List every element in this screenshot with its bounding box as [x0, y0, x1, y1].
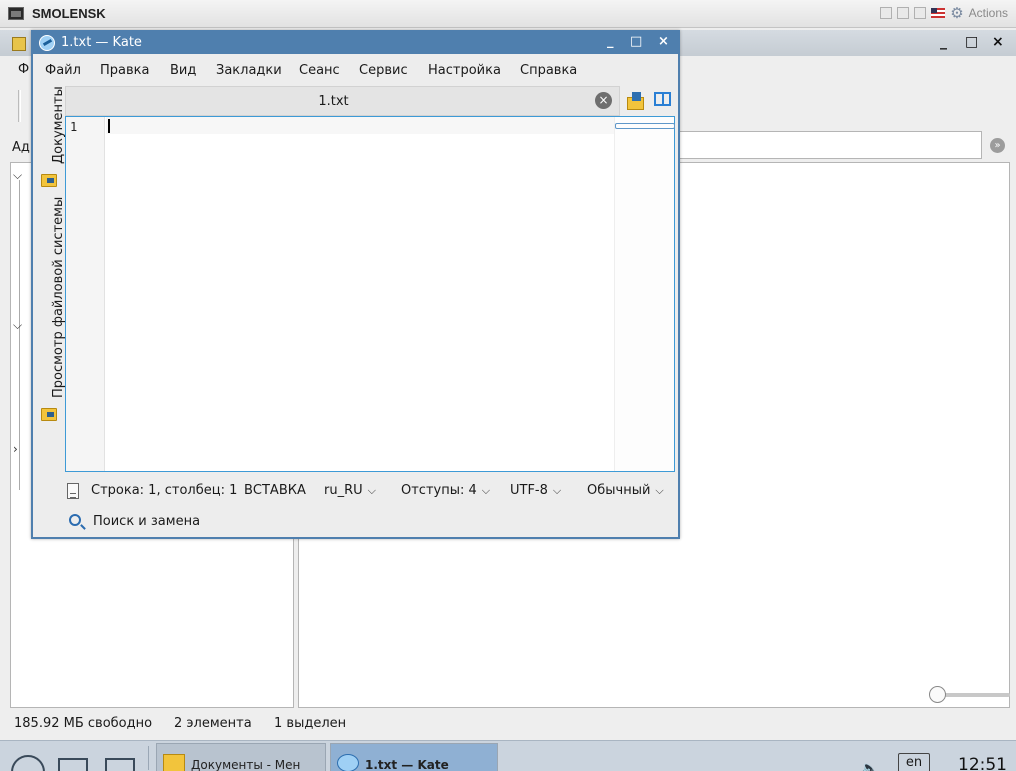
quick-open-icon[interactable]	[626, 91, 644, 110]
documents-folder-icon[interactable]	[41, 174, 57, 187]
keyboard-flag-icon[interactable]	[931, 8, 946, 18]
indent-value: Отступы: 4	[401, 483, 477, 498]
taskbar: Документы - Мен 1.txt — Kate 🔈 en 12:51	[0, 740, 1016, 771]
chevron-right-icon[interactable]: ›	[13, 442, 18, 456]
filesystem-folder-icon[interactable]	[41, 408, 57, 421]
chevron-down-icon[interactable]: ⌵	[13, 318, 22, 333]
fm-toolbar-handle	[18, 90, 21, 122]
split-view-icon[interactable]	[654, 92, 671, 106]
syntax-selector[interactable]: Обычный ⌵	[587, 483, 664, 498]
file-manager-launcher-icon[interactable]	[105, 758, 135, 771]
vm-resize-icon[interactable]	[880, 7, 893, 19]
fm-maximize-button[interactable]: □	[965, 34, 978, 50]
kate-close-button[interactable]: ×	[658, 34, 669, 49]
dictionary-selector[interactable]: ru_RU ⌵	[324, 483, 376, 498]
sidebar-tab-documents[interactable]: Документы	[51, 86, 66, 164]
chevron-down-icon[interactable]: ⌵	[13, 168, 22, 183]
fm-statusbar: 185.92 МБ свободно 2 элемента 1 выделен	[0, 712, 1016, 740]
editor-area[interactable]: 1	[65, 116, 675, 472]
fm-address-input[interactable]	[660, 131, 982, 159]
vm-actions-menu[interactable]: Actions	[969, 6, 1008, 20]
clock[interactable]: 12:51	[958, 755, 1007, 771]
search-icon	[69, 514, 81, 526]
kate-window: 1.txt — Kate _ □ × Файл Правка Вид Закла…	[31, 30, 680, 539]
tab-1-txt[interactable]: 1.txt	[66, 94, 601, 109]
fm-address-label: Ад	[12, 140, 30, 155]
minimap-scrollbar[interactable]	[614, 117, 675, 471]
zoom-slider-track[interactable]	[936, 693, 1010, 697]
menu-edit[interactable]: Правка	[100, 63, 149, 78]
start-menu-icon[interactable]	[8, 741, 45, 771]
kate-maximize-button[interactable]: □	[630, 34, 642, 49]
vm-title: SMOLENSK	[32, 6, 106, 21]
zoom-slider-knob[interactable]	[929, 686, 946, 703]
search-replace-label: Поиск и замена	[93, 514, 201, 529]
kate-statusbar: Строка: 1, столбец: 1 ВСТАВКА ru_RU ⌵ Отс…	[65, 480, 675, 504]
document-modified-icon	[67, 483, 79, 499]
kate-app-icon	[39, 35, 55, 51]
kate-icon	[337, 754, 359, 771]
kate-titlebar: 1.txt — Kate _ □ ×	[33, 32, 678, 54]
kate-side-panel: Документы Просмотр файловой системы	[33, 86, 66, 528]
task-file-manager[interactable]: Документы - Мен	[156, 743, 326, 771]
vm-toolbar: ⚙ Actions	[880, 6, 1008, 21]
menu-tools[interactable]: Сервис	[359, 63, 408, 78]
encoding-selector[interactable]: UTF-8 ⌵	[510, 483, 561, 498]
gear-icon[interactable]: ⚙	[950, 6, 963, 21]
selected-count: 1 выделен	[274, 716, 347, 731]
dictionary-value: ru_RU	[324, 483, 363, 498]
folder-icon	[163, 754, 185, 771]
tree-line	[19, 180, 20, 490]
menu-bookmarks[interactable]: Закладки	[216, 63, 282, 78]
keyboard-layout-indicator[interactable]: en	[898, 753, 930, 771]
vm-window-icon[interactable]	[914, 7, 927, 19]
menu-help[interactable]: Справка	[520, 63, 577, 78]
chevron-down-icon: ⌵	[552, 484, 562, 497]
syntax-value: Обычный	[587, 483, 651, 498]
sidebar-tab-filesystem[interactable]: Просмотр файловой системы	[51, 197, 66, 398]
menu-settings[interactable]: Настройка	[428, 63, 501, 78]
current-line-highlight	[106, 117, 614, 134]
kate-minimize-button[interactable]: _	[607, 34, 614, 49]
kate-tab-bar: 1.txt ×	[65, 86, 620, 116]
line-number-gutter: 1	[66, 117, 105, 471]
task-kate-label: 1.txt — Kate	[365, 758, 449, 771]
kate-menubar: Файл Правка Вид Закладки Сеанс Сервис На…	[33, 60, 678, 84]
fm-close-button[interactable]: ×	[992, 34, 1004, 50]
task-kate[interactable]: 1.txt — Kate	[330, 743, 498, 771]
chevron-down-icon: ⌵	[481, 484, 491, 497]
task-file-manager-label: Документы - Мен	[191, 758, 301, 771]
vm-title-bar: SMOLENSK ⚙ Actions	[0, 0, 1016, 28]
menu-session[interactable]: Сеанс	[299, 63, 340, 78]
volume-icon[interactable]: 🔈	[860, 759, 880, 771]
chevron-down-icon: ⌵	[367, 484, 376, 497]
taskbar-separator	[148, 746, 149, 770]
line-number: 1	[70, 120, 78, 134]
input-mode[interactable]: ВСТАВКА	[244, 483, 306, 498]
kate-window-title: 1.txt — Kate	[61, 35, 142, 50]
menu-view[interactable]: Вид	[170, 63, 196, 78]
elements-count: 2 элемента	[174, 716, 252, 731]
fm-menu-file[interactable]: Ф	[18, 62, 29, 77]
menu-file[interactable]: Файл	[45, 63, 81, 78]
terminal-launcher-icon[interactable]	[58, 758, 88, 771]
cursor-position[interactable]: Строка: 1, столбец: 1	[91, 483, 237, 498]
tab-close-icon[interactable]: ×	[595, 92, 612, 109]
vm-terminal-icon	[8, 7, 24, 20]
indent-selector[interactable]: Отступы: 4 ⌵	[401, 483, 490, 498]
file-manager-app-icon	[12, 37, 26, 51]
free-space-label: 185.92 МБ свободно	[14, 716, 153, 731]
go-icon[interactable]: »	[990, 138, 1005, 153]
text-cursor	[108, 119, 110, 133]
vm-scale-icon[interactable]	[897, 7, 910, 19]
encoding-value: UTF-8	[510, 483, 548, 498]
chevron-down-icon: ⌵	[655, 484, 664, 497]
fm-minimize-button[interactable]: _	[940, 34, 947, 50]
